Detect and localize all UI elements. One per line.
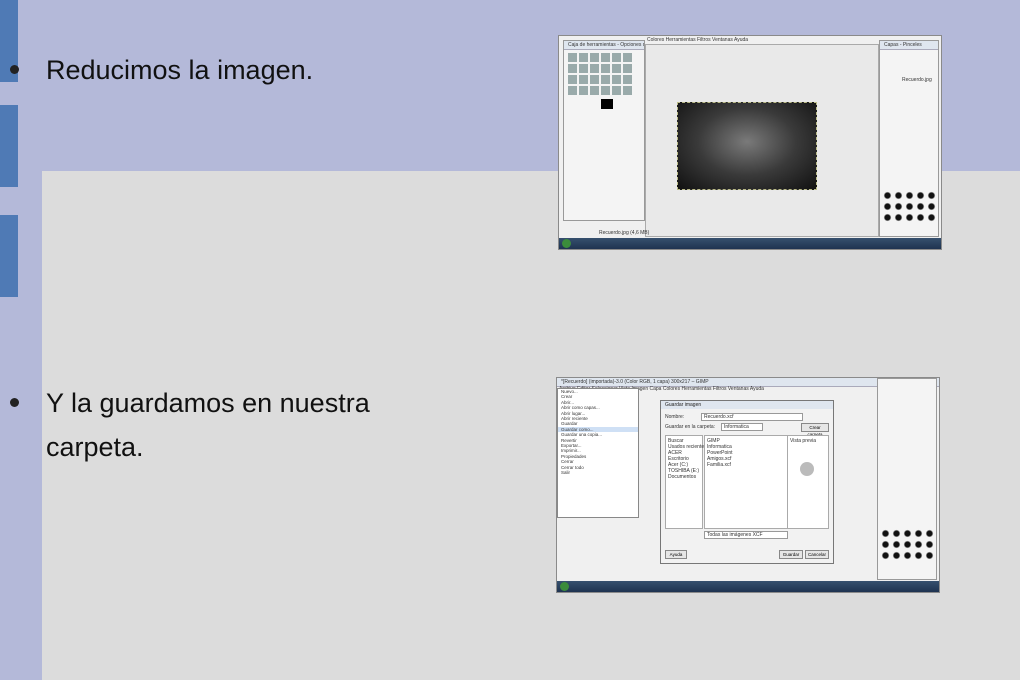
- file-menu: Nuevo... Crear Abrir... Abrir como capas…: [557, 388, 639, 518]
- place-item[interactable]: Documentos: [668, 474, 696, 480]
- fg-color-swatch: [601, 99, 613, 109]
- windows-taskbar: [559, 238, 941, 249]
- menu-item[interactable]: Salir: [558, 470, 638, 475]
- gimp-screenshot-save: *[Recuerdo] (importada)-3.0 (Color RGB, …: [556, 377, 940, 593]
- filter-value: Todas las imágenes XCF: [707, 532, 763, 538]
- accent-bar-3: [0, 215, 18, 297]
- layers-title: Capas - Pinceles: [880, 41, 938, 50]
- preview-label: Vista previa: [790, 438, 817, 444]
- forest-photo: [677, 102, 817, 190]
- bullet-dot: [10, 65, 19, 74]
- preview-placeholder-icon: [800, 462, 814, 476]
- gimp-screenshot-reduce: Caja de herramientas - Opciones de herra…: [558, 35, 942, 250]
- accent-bar-2: [0, 105, 18, 187]
- file-item[interactable]: Familia.xcf: [707, 462, 731, 468]
- layers-brushes-panel: [877, 378, 937, 580]
- start-icon: [560, 582, 569, 591]
- places-list: Buscar Usados recientemente ACER Escrito…: [665, 435, 718, 529]
- dialog-title: Guardar imagen: [661, 401, 833, 409]
- image-canvas: [645, 44, 879, 237]
- file-list: GIMP Informatica PowerPoint Amigos.xcf F…: [704, 435, 788, 529]
- toolbox-panel: Caja de herramientas - Opciones de herra…: [563, 40, 645, 221]
- folder-field[interactable]: Informatica: [721, 423, 763, 431]
- layer-name: Recuerdo.jpg: [902, 77, 932, 83]
- status-bar: Recuerdo.jpg (4,6 MB): [599, 230, 650, 236]
- bullet-dot: [10, 398, 19, 407]
- name-value: Recuerdo.xcf: [704, 414, 734, 420]
- cancel-button[interactable]: Cancelar: [805, 550, 829, 559]
- image-menubar: Colores Herramientas Filtros Ventanas Ay…: [647, 37, 749, 43]
- preview-pane: Vista previa: [787, 435, 829, 529]
- folder-label: Guardar en la carpeta:: [665, 424, 716, 430]
- create-folder-button[interactable]: Crear carpeta: [801, 423, 829, 437]
- folder-value: Informatica: [724, 424, 749, 430]
- name-field[interactable]: Recuerdo.xcf: [701, 413, 803, 421]
- bullet-2: Y la guardamos en nuestra carpeta.: [10, 381, 466, 469]
- brushes-grid: [883, 191, 936, 222]
- bullet-2-text: Y la guardamos en nuestra carpeta.: [46, 388, 370, 462]
- start-icon: [562, 239, 571, 248]
- brushes-grid: [881, 529, 934, 560]
- windows-taskbar: [557, 581, 939, 592]
- save-button[interactable]: Guardar: [779, 550, 803, 559]
- bullet-1: Reducimos la imagen.: [10, 48, 314, 92]
- bullet-1-text: Reducimos la imagen.: [46, 55, 314, 85]
- name-label: Nombre:: [665, 414, 685, 420]
- help-button[interactable]: Ayuda: [665, 550, 687, 559]
- save-dialog: Guardar imagen Nombre: Recuerdo.xcf Guar…: [660, 400, 834, 564]
- file-type-select[interactable]: Todas las imágenes XCF: [704, 531, 788, 539]
- toolbox-title: Caja de herramientas - Opciones de herra…: [564, 41, 644, 50]
- tool-icons-grid: [568, 53, 632, 95]
- layers-brushes-panel: Capas - Pinceles Recuerdo.jpg: [879, 40, 939, 237]
